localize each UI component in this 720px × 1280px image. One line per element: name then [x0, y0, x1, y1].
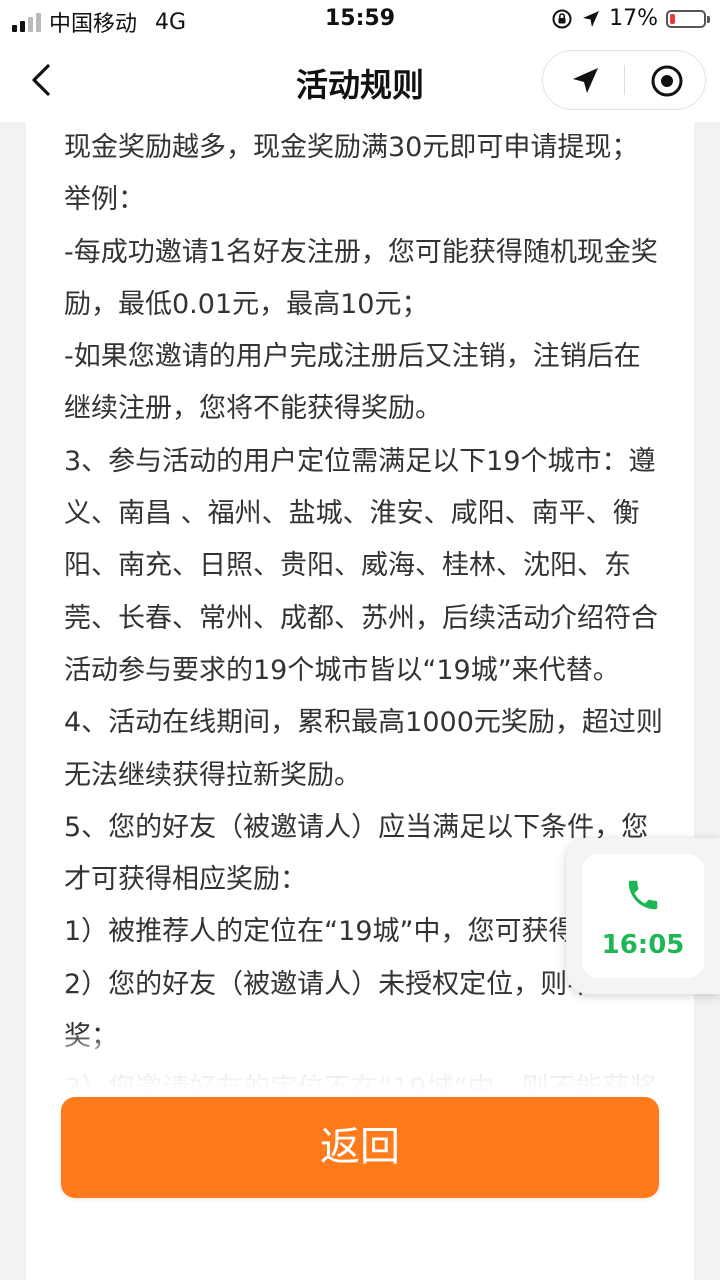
rule-line: 继续注册，您将不能获得奖励。: [64, 393, 442, 425]
location-arrow-icon: [583, 10, 600, 27]
rule-line: 莞、长春、常州、成都、苏州，后续活动介绍符合: [64, 602, 658, 634]
rule-line: 无法继续获得拉新奖励。: [64, 759, 361, 791]
rule-line: 3、参与活动的用户定位需满足以下19个城市：遵: [64, 445, 656, 477]
phone-icon: [628, 880, 658, 910]
rule-line: 阳、南充、日照、贵阳、威海、桂林、沈阳、东: [64, 550, 631, 582]
close-target-icon[interactable]: [647, 61, 687, 101]
location-arrow-icon[interactable]: [565, 61, 605, 101]
rule-line: -如果您邀请的用户完成注册后又注销，注销后在: [64, 341, 641, 373]
battery-percent: 17%: [609, 6, 658, 31]
status-right: 17%: [551, 6, 710, 31]
call-duration: 16:05: [601, 930, 685, 960]
rule-line: 现金奖励越多，现金奖励满30元即可申请提现；: [64, 132, 639, 163]
battery-icon: [666, 9, 710, 28]
rule-line: 举例：: [64, 184, 145, 216]
call-card[interactable]: 16:05: [582, 854, 704, 978]
floating-call-widget[interactable]: 16:05: [566, 838, 720, 994]
rotation-lock-icon: [552, 9, 572, 28]
return-button[interactable]: 返回: [61, 1097, 659, 1198]
rule-line: 活动参与要求的19个城市皆以“19城”来代替。: [64, 654, 620, 686]
rule-line: 义、南昌 、福州、盐城、淮安、咸阳、南平、衡: [64, 498, 640, 530]
mini-program-capsule: [542, 50, 706, 110]
rule-line: 4、活动在线期间，累积最高1000元奖励，超过则: [64, 707, 663, 739]
rule-line: 励，最低0.01元，最高10元；: [64, 288, 429, 320]
capsule-divider: [624, 65, 625, 95]
status-bar: 中国移动 4G 15:59 17%: [0, 0, 720, 42]
battery-fill: [670, 13, 675, 24]
rule-line: -每成功邀请1名好友注册，您可能获得随机现金奖: [64, 236, 658, 268]
nav-bar: 活动规则: [0, 42, 720, 122]
